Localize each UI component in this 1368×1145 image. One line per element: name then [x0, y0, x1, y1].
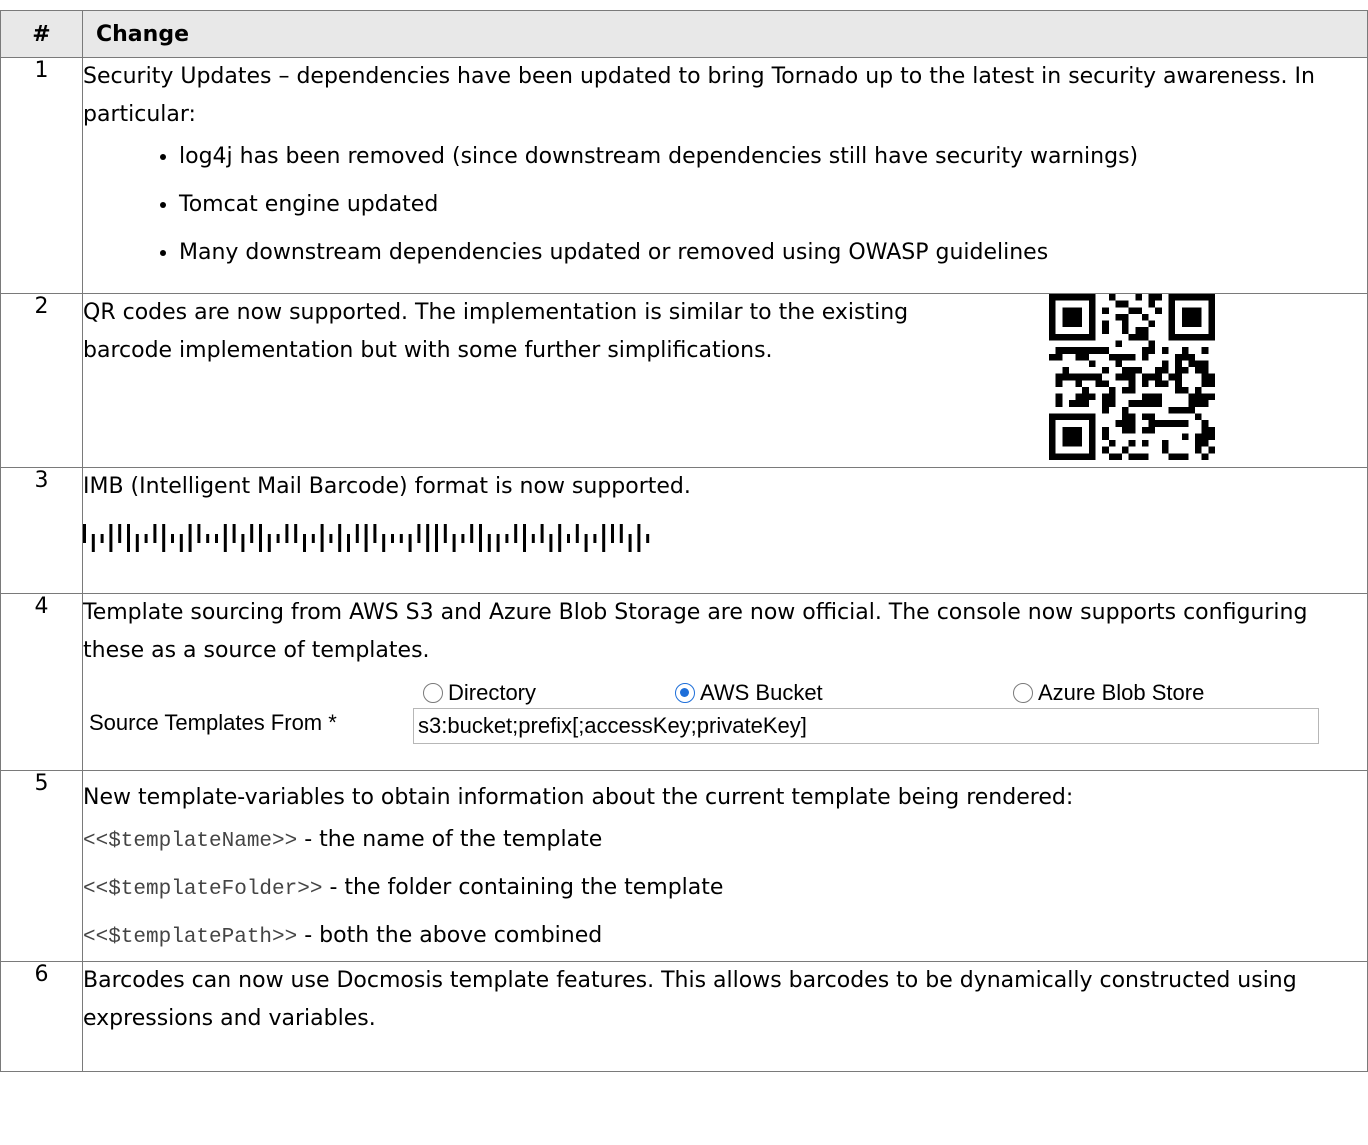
- table-header-row: # Change: [0, 10, 1368, 58]
- table-row: 4 Template sourcing from AWS S3 and Azur…: [0, 593, 1368, 771]
- row-number: 5: [0, 770, 83, 962]
- row-number: 4: [0, 593, 83, 771]
- table-row: 2 QR codes are now supported. The implem…: [0, 293, 1368, 468]
- row-change: Security Updates – dependencies have bee…: [82, 57, 1368, 294]
- variable-description: - the name of the template: [297, 827, 603, 852]
- table-row: 5 New template-variables to obtain infor…: [0, 770, 1368, 962]
- radio-aws-bucket[interactable]: AWS Bucket: [675, 674, 823, 712]
- row-number: 2: [0, 293, 83, 468]
- change-text: Template sourcing from AWS S3 and Azure …: [83, 600, 1308, 663]
- radio-circle-icon: [423, 683, 443, 703]
- change-text: New template-variables to obtain informa…: [83, 785, 1074, 810]
- radio-azure-blob-store[interactable]: Azure Blob Store: [1013, 674, 1204, 712]
- variable-description: - both the above combined: [297, 923, 603, 948]
- row-number: 1: [0, 57, 83, 294]
- change-text: Security Updates – dependencies have bee…: [83, 64, 1315, 127]
- variable-code: <<$templateName>>: [83, 830, 298, 853]
- changes-table: # Change 1 Security Updates – dependenci…: [0, 10, 1368, 1072]
- template-variable-line: <<$templateFolder>> - the folder contain…: [83, 865, 1367, 913]
- radio-circle-icon: [1013, 683, 1033, 703]
- source-templates-label: Source Templates From *: [89, 710, 337, 735]
- row-change: New template-variables to obtain informa…: [82, 770, 1368, 962]
- list-item: Tomcat engine updated: [179, 186, 1367, 224]
- table-row: 1 Security Updates – dependencies have b…: [0, 57, 1368, 294]
- source-templates-form: Source Templates From * Directory AWS Bu…: [83, 674, 1367, 770]
- row-change: Barcodes can now use Docmosis template f…: [82, 961, 1368, 1072]
- radio-directory[interactable]: Directory: [423, 674, 536, 712]
- source-templates-input[interactable]: [413, 708, 1319, 744]
- change-text: IMB (Intelligent Mail Barcode) format is…: [83, 474, 691, 499]
- table-row: 3 IMB (Intelligent Mail Barcode) format …: [0, 467, 1368, 594]
- intelligent-mail-barcode-image: [83, 524, 650, 552]
- row-number: 3: [0, 467, 83, 594]
- qr-code-image: [1049, 294, 1215, 460]
- row-change: QR codes are now supported. The implemen…: [82, 293, 1368, 468]
- radio-selected-icon: [675, 683, 695, 703]
- variable-code: <<$templateFolder>>: [83, 878, 323, 901]
- change-text: Barcodes can now use Docmosis template f…: [83, 968, 1297, 1031]
- bullet-list: log4j has been removed (since downstream…: [83, 138, 1367, 272]
- template-variable-line: <<$templateName>> - the name of the temp…: [83, 817, 1367, 865]
- change-text: QR codes are now supported. The implemen…: [83, 300, 909, 363]
- table-row: 6 Barcodes can now use Docmosis template…: [0, 961, 1368, 1072]
- template-variable-line: <<$templatePath>> - both the above combi…: [83, 913, 1367, 961]
- row-change: IMB (Intelligent Mail Barcode) format is…: [82, 467, 1368, 594]
- row-number: 6: [0, 961, 83, 1072]
- list-item: Many downstream dependencies updated or …: [179, 234, 1367, 272]
- header-number: #: [0, 10, 83, 58]
- row-change: Template sourcing from AWS S3 and Azure …: [82, 593, 1368, 771]
- variable-description: - the folder containing the template: [322, 875, 724, 900]
- header-change: Change: [82, 10, 1368, 58]
- variable-code: <<$templatePath>>: [83, 926, 298, 949]
- list-item: log4j has been removed (since downstream…: [179, 138, 1367, 176]
